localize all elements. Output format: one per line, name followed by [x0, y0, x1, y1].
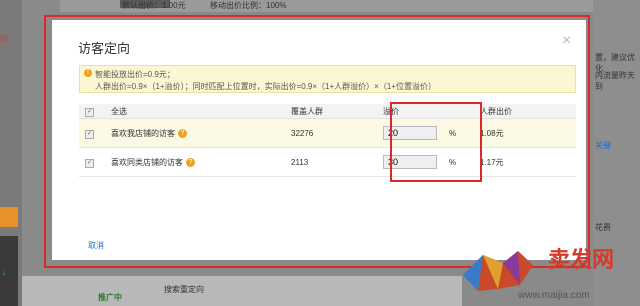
- left-sidebar-strip: 新 ↓: [0, 0, 22, 306]
- left-orange-tab[interactable]: [0, 207, 18, 227]
- bid-notice: ! 智能投放出价=0.9元； 人群出价=0.9×（1+溢价）；同时匹配上位置时，…: [79, 65, 576, 93]
- background-header-row: 默认出价：1.00元 移动出价比例：100%: [60, 0, 640, 12]
- coverage-value: 32276: [285, 118, 377, 148]
- targeting-label: 搜索重定向: [164, 285, 204, 294]
- default-bid-text: 默认出价：1.00元: [122, 1, 186, 10]
- mobile-ratio-text: 移动出价比例：100%: [210, 1, 287, 10]
- premium-input[interactable]: [383, 155, 437, 169]
- close-icon[interactable]: ×: [562, 32, 571, 50]
- left-label: 新: [0, 34, 10, 44]
- header-select-all: 全选: [105, 104, 285, 119]
- status-label: 推广中: [98, 293, 122, 302]
- audience-name: 喜欢我店铺的访客: [111, 128, 175, 138]
- header-coverage: 覆盖人群: [285, 104, 377, 119]
- notice-line-2: 人群出价=0.9×（1+溢价）；同时匹配上位置时，实际出价=0.9×（1+人群溢…: [95, 82, 436, 91]
- table-row: ✓ 喜欢我店铺的访客? 32276 % 1.08元: [79, 118, 576, 148]
- cancel-link[interactable]: 取消: [88, 240, 104, 251]
- right-link[interactable]: 关键: [595, 140, 611, 151]
- row-checkbox[interactable]: ✓: [85, 129, 94, 139]
- watermark-brand: 卖发网: [548, 247, 615, 273]
- percent-sign: %: [449, 158, 457, 167]
- header-price: 人群出价: [474, 104, 576, 119]
- header-premium: 溢价: [377, 104, 474, 119]
- premium-input[interactable]: [383, 126, 437, 140]
- select-all-checkbox[interactable]: ✓: [85, 107, 94, 117]
- audience-table: ✓ 全选 覆盖人群 溢价 人群出价 ✓ 喜欢我店铺的访客? 32276 % 1.…: [79, 104, 576, 177]
- help-icon[interactable]: ?: [186, 157, 195, 167]
- row-checkbox[interactable]: ✓: [85, 158, 94, 168]
- table-header-row: ✓ 全选 覆盖人群 溢价 人群出价: [79, 104, 576, 119]
- coverage-value: 2113: [285, 147, 377, 177]
- bid-price: 1.08元: [474, 118, 576, 148]
- right-cost-label: 花费: [595, 223, 611, 232]
- notice-line-1: 智能投放出价=0.9元；: [95, 70, 175, 79]
- watermark-url: www.maijia.com: [518, 290, 590, 301]
- visitor-targeting-dialog: 访客定向 × ! 智能投放出价=0.9元； 人群出价=0.9×（1+溢价）；同时…: [52, 20, 586, 260]
- bull-logo-icon: [463, 251, 533, 291]
- bid-price: 1.17元: [474, 147, 576, 177]
- watermark-logo: 卖发网 www.maijia.com: [458, 240, 640, 306]
- audience-name: 喜欢同类店铺的访客: [111, 157, 183, 167]
- background-table-row: 推广中 搜索重定向: [22, 276, 462, 306]
- right-tip-line-2: 内流量昨天到: [595, 71, 635, 91]
- info-icon: !: [84, 69, 92, 77]
- dialog-title: 访客定向: [78, 41, 131, 56]
- table-row: ✓ 喜欢同类店铺的访客? 2113 % 1.17元: [79, 147, 576, 177]
- percent-sign: %: [449, 129, 457, 138]
- help-icon[interactable]: ?: [178, 128, 187, 138]
- down-arrow-icon: ↓: [2, 268, 6, 277]
